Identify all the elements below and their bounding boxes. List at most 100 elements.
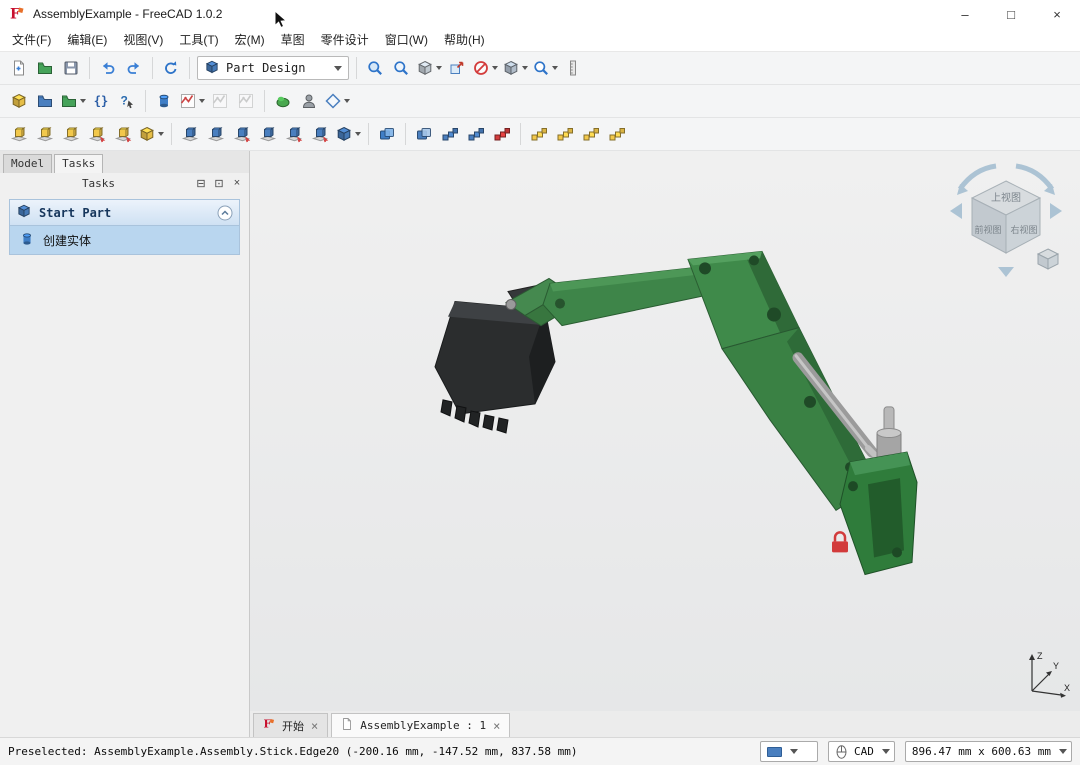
save-button[interactable]: [58, 55, 84, 81]
document-tab-start[interactable]: F开始×: [253, 713, 328, 737]
linear-pattern-button[interactable]: [437, 121, 463, 147]
partdesign-toolbar: [0, 118, 1080, 151]
chamfer-button[interactable]: [552, 121, 578, 147]
chevron-down-icon: [355, 132, 361, 136]
chevron-down-icon: [522, 66, 528, 70]
expression-button[interactable]: {}: [88, 88, 114, 114]
multitransform-button[interactable]: [489, 121, 515, 147]
thickness-button[interactable]: [604, 121, 630, 147]
nav-down-arrow[interactable]: [998, 267, 1014, 277]
window-controls: – □ ×: [942, 0, 1080, 28]
boolean-operation-button[interactable]: [374, 121, 400, 147]
create-part-button[interactable]: [6, 88, 32, 114]
maximize-button[interactable]: □: [988, 0, 1034, 28]
create-sketch-button[interactable]: [177, 88, 207, 114]
panel-dock-button[interactable]: ⊡: [211, 175, 227, 191]
polar-pattern-button[interactable]: [463, 121, 489, 147]
fit-selection-button[interactable]: [388, 55, 414, 81]
appearance-button[interactable]: [270, 88, 296, 114]
navigation-cube[interactable]: 上视图 前视图 右视图: [944, 161, 1068, 279]
workbench-selector[interactable]: Part Design: [197, 56, 349, 80]
menu-view[interactable]: 视图(V): [115, 28, 171, 51]
chevron-down-icon: [334, 66, 342, 71]
tab-close-icon[interactable]: ×: [492, 719, 501, 733]
subtractive-helix-button[interactable]: [307, 121, 333, 147]
create-group-button[interactable]: [32, 88, 58, 114]
style-swatch-icon: [767, 747, 782, 757]
collapse-section-button[interactable]: [217, 205, 233, 221]
additive-primitive-button[interactable]: [136, 121, 166, 147]
base-bracket[interactable]: [840, 452, 917, 574]
create-solid-item[interactable]: 创建实体: [9, 226, 240, 255]
menu-window[interactable]: 窗口(W): [377, 28, 436, 51]
whats-this-button[interactable]: ?: [114, 88, 140, 114]
hole-button[interactable]: [203, 121, 229, 147]
additive-helix-button[interactable]: [110, 121, 136, 147]
document-tab-assembly[interactable]: AssemblyExample : 1×: [331, 713, 510, 737]
create-body-button[interactable]: [151, 88, 177, 114]
refresh-button[interactable]: [158, 55, 184, 81]
chevron-down-icon: [344, 99, 350, 103]
additive-loft-button[interactable]: [58, 121, 84, 147]
standard-views-button[interactable]: [414, 55, 444, 81]
panel-tab-model[interactable]: Model: [3, 154, 52, 173]
subtractive-loft-button[interactable]: [255, 121, 281, 147]
nav-left-arrow[interactable]: [950, 203, 962, 219]
mirrored-button[interactable]: [411, 121, 437, 147]
toolbars: Part Design {}?: [0, 52, 1080, 151]
standard-toolbar: Part Design: [0, 52, 1080, 85]
zoom-tools-button[interactable]: [530, 55, 560, 81]
open-file-button[interactable]: [32, 55, 58, 81]
svg-text:{}: {}: [94, 94, 108, 108]
draft-button[interactable]: [578, 121, 604, 147]
new-file-button[interactable]: [6, 55, 32, 81]
menu-tools[interactable]: 工具(T): [171, 28, 226, 51]
material-button[interactable]: [296, 88, 322, 114]
fillet-button[interactable]: [526, 121, 552, 147]
groove-button[interactable]: [229, 121, 255, 147]
panel-close-button[interactable]: ×: [229, 175, 245, 191]
tab-close-icon[interactable]: ×: [310, 719, 319, 733]
fit-all-button[interactable]: [362, 55, 388, 81]
subtractive-primitive-button[interactable]: [333, 121, 363, 147]
sync-view-button[interactable]: [444, 55, 470, 81]
subtractive-pipe-button[interactable]: [281, 121, 307, 147]
panel-float-button[interactable]: ⊟: [193, 175, 209, 191]
rotate-right-arrow[interactable]: [1016, 166, 1052, 189]
measure-button[interactable]: [560, 55, 586, 81]
navigation-style-combo[interactable]: CAD: [828, 741, 895, 762]
menu-part-design[interactable]: 零件设计: [313, 28, 377, 51]
additive-pipe-button[interactable]: [84, 121, 110, 147]
make-link-button[interactable]: [58, 88, 88, 114]
close-button[interactable]: ×: [1034, 0, 1080, 28]
revolution-button[interactable]: [32, 121, 58, 147]
tasks-content: Start Part 创建实体: [9, 199, 240, 255]
menu-edit[interactable]: 编辑(E): [59, 28, 115, 51]
cube-top-label: 上视图: [991, 191, 1021, 204]
start-part-section-header[interactable]: Start Part: [9, 199, 240, 226]
minimize-button[interactable]: –: [942, 0, 988, 28]
mini-cube-icon[interactable]: [1038, 249, 1058, 269]
rotate-left-arrow[interactable]: [960, 166, 996, 189]
status-message: Preselected: AssemblyExample.Assembly.St…: [8, 745, 750, 758]
datum-button[interactable]: [322, 88, 352, 114]
undo-button[interactable]: [95, 55, 121, 81]
view-style-combo[interactable]: [760, 741, 818, 762]
workbench-icon: [204, 59, 220, 78]
menu-file[interactable]: 文件(F): [4, 28, 59, 51]
menu-help[interactable]: 帮助(H): [436, 28, 493, 51]
pocket-button[interactable]: [177, 121, 203, 147]
pad-button[interactable]: [6, 121, 32, 147]
viewport-3d[interactable]: 上视图 前视图 右视图 Z Y X: [250, 151, 1080, 711]
menu-macro[interactable]: 宏(M): [227, 28, 273, 51]
draw-style-button[interactable]: [470, 55, 500, 81]
svg-text:F: F: [10, 7, 20, 23]
nav-right-arrow[interactable]: [1050, 203, 1062, 219]
view-size-combo[interactable]: 896.47 mm x 600.63 mm: [905, 741, 1072, 762]
axonometric-view-button[interactable]: [500, 55, 530, 81]
menubar: 文件(F)编辑(E)视图(V)工具(T)宏(M)草图零件设计窗口(W)帮助(H): [0, 28, 1080, 52]
section-title: Start Part: [39, 206, 111, 220]
redo-button[interactable]: [121, 55, 147, 81]
panel-tab-tasks[interactable]: Tasks: [54, 154, 103, 173]
menu-sketch[interactable]: 草图: [273, 28, 313, 51]
